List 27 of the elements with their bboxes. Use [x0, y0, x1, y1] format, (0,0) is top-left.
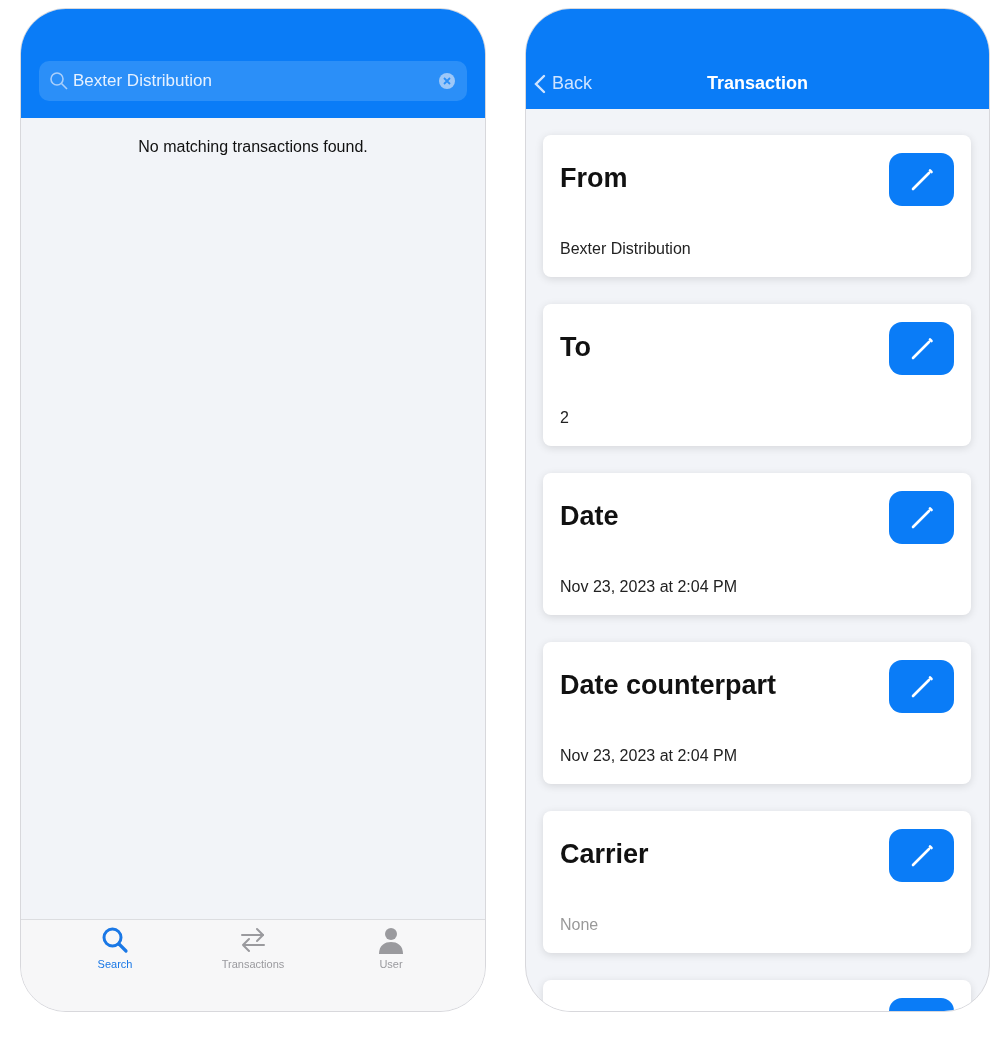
edit-button[interactable] [889, 829, 954, 882]
field-title: Carrier [560, 838, 649, 871]
tab[interactable]: User [351, 926, 431, 976]
tab[interactable]: Transactions [213, 926, 293, 976]
edit-button[interactable] [889, 660, 954, 713]
edit-button[interactable] [889, 153, 954, 206]
person-icon [377, 926, 405, 954]
tab[interactable]: Search [75, 926, 155, 976]
field-title: To [560, 331, 591, 364]
field-title: Date counterpart [560, 669, 777, 702]
field-value: Bexter Distribution [560, 239, 692, 259]
edit-button[interactable] [889, 322, 954, 375]
field-value: Nov 23, 2023 at 2:04 PM [560, 746, 738, 766]
search-icon [49, 71, 69, 91]
back-button[interactable]: Back [534, 70, 593, 97]
screen-title: Transaction [707, 73, 808, 93]
swap-arrows-icon [239, 926, 267, 954]
search-icon [101, 926, 129, 954]
edit-button[interactable] [889, 491, 954, 544]
field-value: Nov 23, 2023 at 2:04 PM [560, 577, 738, 597]
field-title: Date [560, 500, 619, 533]
empty-message: No matching transactions found. [138, 138, 368, 155]
field-title: From [560, 162, 628, 195]
field-value: None [560, 915, 600, 935]
field-value: 2 [560, 408, 570, 428]
chevron-icon [534, 73, 546, 94]
search-field[interactable]: Bexter Distribution [39, 61, 467, 101]
